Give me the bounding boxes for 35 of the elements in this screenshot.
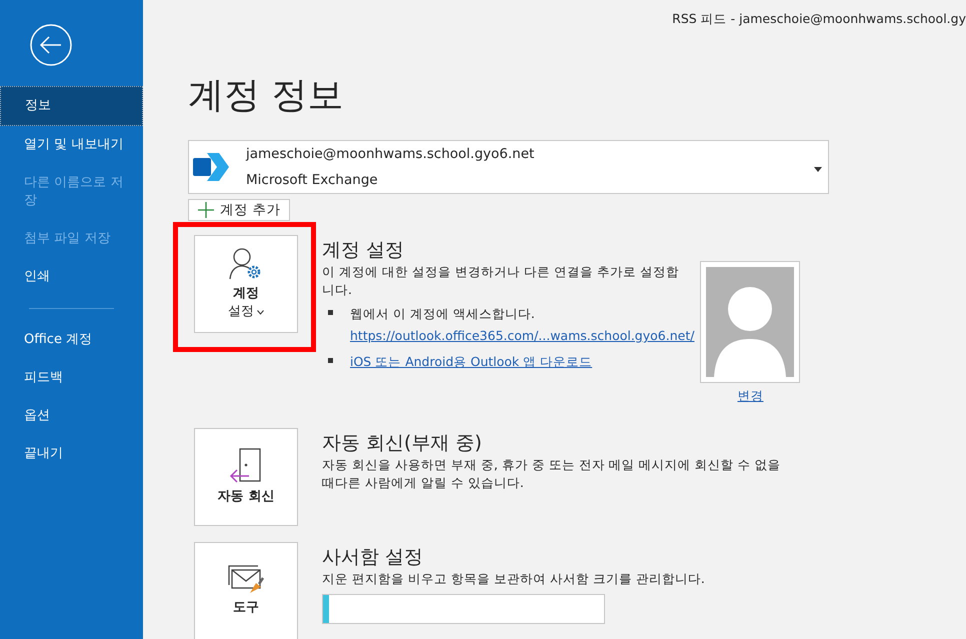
person-silhouette-icon [706,267,794,378]
sidebar-item[interactable]: 인쇄 [0,258,143,296]
section-title: 계정 설정 [322,238,406,264]
section-title: 자동 회신(부재 중) [322,431,483,456]
link[interactable]: iOS 또는 Android용 Outlook 앱 다운로드 [350,351,592,374]
change-photo-link[interactable]: 변경 [737,387,764,406]
bullet-icon [328,358,333,364]
sidebar-item[interactable]: 피드백 [0,359,143,397]
section-description: 지운 편지함을 비우고 항목을 보관하여 사서함 크기를 관리합니다. [322,570,706,588]
section-title: 사서함 설정 [322,545,424,570]
envelope-brush-icon [228,565,264,595]
door-arrow-icon [229,448,263,484]
sidebar-item[interactable]: 정보 [0,86,143,126]
add-account-button[interactable]: 계정 추가 [188,199,290,222]
plus-icon [198,202,214,218]
bullet-text: 웹에서 이 계정에 액세스합니다. [350,305,536,324]
account-type: Microsoft Exchange [246,171,379,190]
page-title: 계정 정보 [188,74,344,118]
sidebar-item[interactable]: Office 계정 [0,321,143,359]
sidebar-item[interactable]: 끝내기 [0,435,143,473]
account-dropdown[interactable]: jameschoie@moonhwams.school.gyo6.net Microsoft Exchange [188,140,829,194]
account-email: jameschoie@moonhwams.school.gyo6.net [246,145,534,164]
sidebar-item[interactable]: 옵션 [0,397,143,435]
section-description: 자동 회신을 사용하면 부재 중, 휴가 중 또는 전자 메일 메시지에 회신할 수 없을 때다른 사람에게 알릴 수 있습니다. [322,456,782,492]
section-button[interactable]: 도구 [194,542,298,639]
sidebar-item[interactable]: 열기 및 내보내기 [0,126,143,164]
chevron-icon [257,310,264,315]
dropdown-caret-icon [814,167,822,172]
section-description: 이 계정에 대한 설정을 변경하거나 다른 연결을 추가로 설정합니다. [322,263,680,300]
bullet-icon [328,310,333,316]
link[interactable]: https://outlook.office365.com/...wams.school.gyo6.net/ [350,325,694,348]
section-button[interactable]: 계정 설정 [194,235,298,334]
exchange-logo-icon [193,150,231,184]
section-button[interactable]: 자동 회신 [194,428,298,526]
window-title: RSS 피드 - jameschoie@moonhwams.school.gy [672,10,966,28]
